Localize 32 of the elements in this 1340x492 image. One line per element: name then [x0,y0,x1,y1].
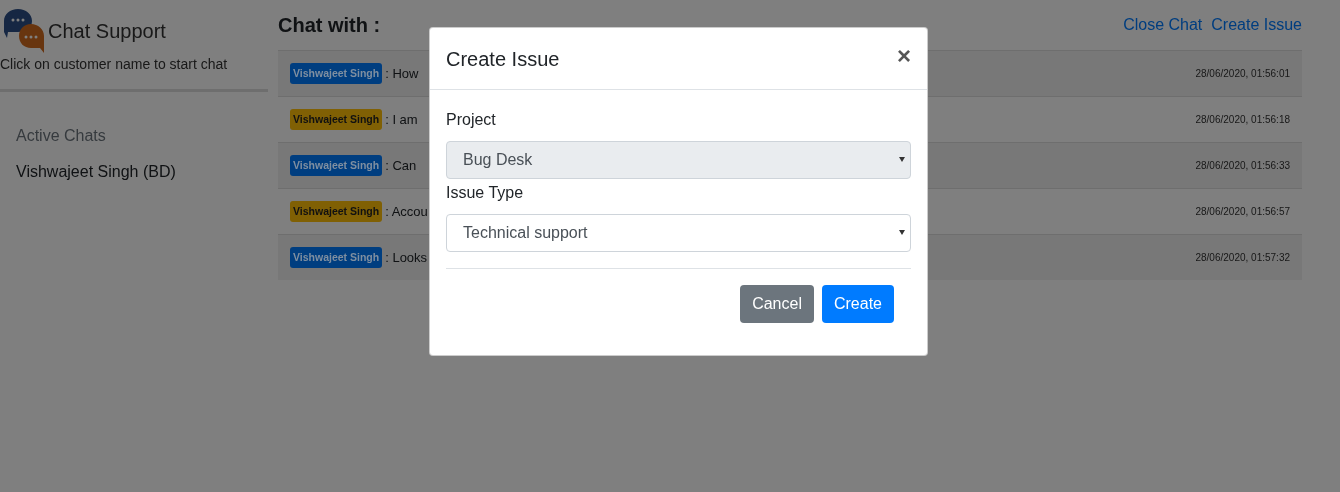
header-link[interactable]: Close Chat [1123,16,1203,33]
message-time: 28/06/2020, 01:56:01 [1195,67,1290,81]
message-time: 28/06/2020, 01:57:32 [1195,251,1290,265]
message-text: : Looks [385,248,428,267]
header-link[interactable]: Create Issue [1211,16,1302,33]
message-time: 28/06/2020, 01:56:18 [1195,113,1290,127]
select-field[interactable]: Technical support [446,214,911,252]
hint-text: Click on customer name to start chat [0,56,228,72]
create-button[interactable]: Create [821,285,894,323]
message-text: : How [385,64,419,83]
sender-badge: Vishwajeet Singh [290,62,383,85]
chat-bubbles-icon [4,8,46,54]
field-label: Issue Type [446,184,524,201]
sender-badge: Vishwajeet Singh [290,200,383,223]
close-button[interactable]: × [897,43,911,68]
sender-badge: Vishwajeet Singh [290,108,383,131]
message-time: 28/06/2020, 01:56:33 [1195,159,1290,173]
dialog-title: Create Issue [446,46,560,72]
field-label: Project [446,111,496,128]
section-title: Active Chats [16,127,106,144]
app-title: Chat Support [48,19,166,44]
message-time: 28/06/2020, 01:56:57 [1195,205,1290,219]
chat-heading: Chat with : [278,13,381,37]
sender-badge: Vishwajeet Singh [290,246,383,269]
message-text: : Accou [385,202,428,221]
chat-list-item[interactable]: Vishwajeet Singh (BD) [16,163,176,180]
cancel-button[interactable]: Cancel [740,285,814,323]
caret-icon [899,228,905,236]
caret-icon [899,155,905,163]
sender-badge: Vishwajeet Singh [290,154,383,177]
message-text: : Can [385,156,417,175]
message-text: : I am [385,110,418,129]
